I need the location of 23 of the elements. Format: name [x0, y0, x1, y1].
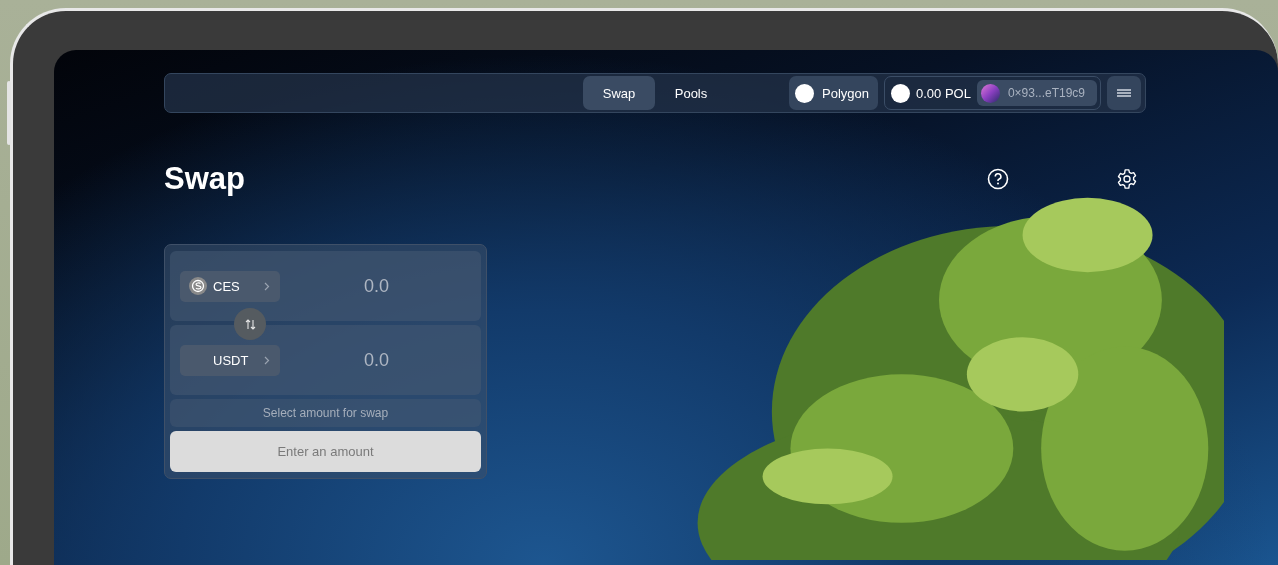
swap-direction-button[interactable] — [234, 308, 266, 340]
page-title: Swap — [164, 161, 245, 197]
hint-text: Select amount for swap — [170, 399, 481, 427]
token-select-button[interactable]: USDT — [180, 344, 280, 376]
menu-button[interactable] — [1107, 76, 1141, 110]
swap-arrows-icon — [244, 318, 256, 330]
token-logo-icon — [189, 277, 207, 295]
chevron-icon — [264, 281, 270, 291]
address-button[interactable]: 0×93...eT19c9 — [976, 80, 1097, 106]
coin-icon — [891, 83, 910, 103]
nav-tab[interactable]: Swap — [583, 76, 655, 110]
network-button[interactable]: Polygon — [789, 76, 878, 110]
token-select-button[interactable]: CES — [180, 270, 280, 302]
chevron-icon — [264, 355, 270, 365]
nav-tab[interactable]: Pools — [655, 76, 727, 110]
amount-field[interactable]: 0.0 — [364, 349, 390, 371]
network-icon — [795, 83, 814, 103]
menu-icon — [1117, 89, 1131, 97]
balance-text: 0.00 POL — [916, 85, 971, 101]
help-icon[interactable] — [987, 168, 1009, 190]
avatar-icon — [980, 83, 1000, 103]
settings-icon[interactable] — [1116, 168, 1138, 190]
amount-field[interactable]: 0.0 — [364, 275, 390, 297]
